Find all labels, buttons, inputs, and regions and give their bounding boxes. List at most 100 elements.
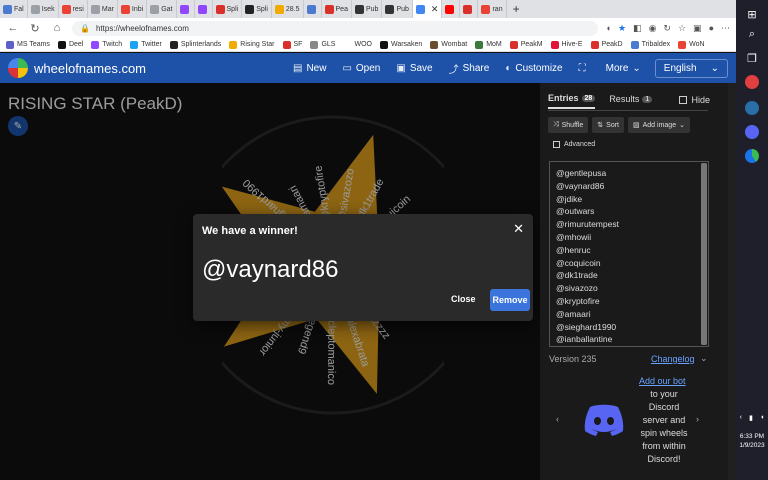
back-icon[interactable]: ← bbox=[6, 22, 20, 34]
extension-icon[interactable]: ◧ bbox=[633, 23, 642, 34]
bookmark-item[interactable]: GLS bbox=[310, 40, 335, 49]
menu-open-button[interactable]: ▭ Open bbox=[342, 61, 380, 76]
brand-name[interactable]: wheelofnames.com bbox=[34, 61, 277, 76]
browser-tab[interactable]: Fal bbox=[0, 0, 28, 18]
entry-line: @gentlepusa bbox=[556, 168, 607, 178]
browser-tab[interactable]: Pub bbox=[352, 0, 383, 18]
collections-icon[interactable]: ▣ bbox=[693, 23, 702, 34]
reload-icon[interactable]: ↻ bbox=[28, 22, 42, 35]
tab-label: ran bbox=[492, 5, 503, 13]
tab-favicon-icon bbox=[324, 4, 334, 14]
remove-button[interactable]: Remove bbox=[490, 289, 530, 311]
entries-scrollbar[interactable] bbox=[701, 163, 707, 345]
bookmark-item[interactable]: SF bbox=[282, 40, 302, 49]
bookmark-item[interactable]: MS Teams bbox=[6, 40, 50, 49]
advanced-toggle[interactable]: Advanced bbox=[553, 141, 595, 148]
task-view-icon[interactable]: ❐ bbox=[744, 50, 760, 66]
browser-tab[interactable]: Inbi bbox=[118, 0, 148, 18]
browser-tab[interactable]: Isek bbox=[28, 0, 59, 18]
entries-scroll-thumb[interactable] bbox=[701, 163, 707, 345]
page-scrollbar[interactable] bbox=[728, 83, 736, 480]
hide-checkbox[interactable] bbox=[679, 96, 688, 104]
add-bot-link[interactable]: Add our bot bbox=[639, 376, 686, 386]
wheel-logo-icon[interactable] bbox=[8, 58, 28, 78]
browser-tab[interactable]: ✕ bbox=[412, 0, 443, 18]
app-icon-red[interactable] bbox=[744, 74, 760, 90]
browser-tab[interactable] bbox=[304, 0, 322, 18]
new-tab-button[interactable]: + bbox=[507, 2, 526, 16]
browser-tab[interactable] bbox=[442, 0, 461, 18]
close-button[interactable]: Close bbox=[451, 294, 476, 304]
menu-new-button[interactable]: ▤ New bbox=[293, 61, 326, 76]
clock[interactable]: 6:33 PM 1/9/2023 bbox=[736, 432, 768, 450]
browser-tab[interactable]: Gat bbox=[147, 0, 177, 18]
browser-tab[interactable]: Spli bbox=[213, 0, 243, 18]
tab-favicon-icon bbox=[120, 4, 130, 14]
bookmark-item[interactable]: PeakD bbox=[590, 40, 623, 49]
browser-tab[interactable] bbox=[460, 0, 479, 18]
browser-tab[interactable]: Pea bbox=[322, 0, 352, 18]
entry-line: @mhowii bbox=[556, 231, 592, 242]
browser-tab[interactable]: Pub bbox=[382, 0, 413, 18]
tray-chevron-icon[interactable]: ‹ bbox=[740, 414, 742, 422]
network-icon[interactable]: ▮ bbox=[749, 414, 753, 422]
browser-tab[interactable]: resi bbox=[59, 0, 88, 18]
close-tab-icon[interactable]: ✕ bbox=[431, 4, 439, 15]
volume-icon[interactable]: ◖ bbox=[760, 414, 764, 422]
bookmark-item[interactable]: Rising Star bbox=[229, 40, 275, 49]
menu-share-button[interactable]: ⤴ Share bbox=[449, 61, 490, 76]
menu-customize-button[interactable]: ◐ Customize bbox=[505, 61, 562, 76]
discord-icon[interactable] bbox=[744, 124, 760, 140]
extension-icon-2[interactable]: ◉ bbox=[649, 23, 657, 34]
menu-fullscreen-button[interactable]: ⛶ bbox=[579, 61, 590, 76]
bookmark-item[interactable]: Wombat bbox=[430, 40, 467, 49]
browser-tab[interactable]: Spli bbox=[242, 0, 272, 18]
bookmark-item[interactable]: WOO bbox=[343, 40, 372, 49]
image-icon: ▨ bbox=[633, 122, 640, 129]
bookmark-item[interactable]: Hive-E bbox=[550, 40, 583, 49]
bookmark-item[interactable]: Twitter bbox=[130, 40, 162, 49]
close-icon[interactable]: ✕ bbox=[513, 221, 524, 237]
chevron-down-icon[interactable]: ⌄ bbox=[700, 353, 708, 364]
bookmark-item[interactable]: Tribaldex bbox=[630, 40, 670, 49]
menu-more-button[interactable]: More ⌄ bbox=[606, 61, 641, 76]
browser-tab[interactable] bbox=[195, 0, 213, 18]
entries-textarea[interactable]: @gentlepusa @vaynard86 @jdike @outwars @rimu… bbox=[549, 161, 709, 347]
browser-tab[interactable] bbox=[177, 0, 195, 18]
carousel-next-icon[interactable]: › bbox=[696, 414, 699, 424]
refresh-ext-icon[interactable]: ↻ bbox=[663, 23, 671, 34]
browser-tab[interactable]: Mar bbox=[88, 0, 118, 18]
advanced-checkbox[interactable] bbox=[553, 141, 560, 148]
windows-start-icon[interactable]: ⊞ bbox=[744, 6, 760, 22]
search-icon[interactable]: ⌕ bbox=[744, 26, 760, 42]
bookmark-star-icon[interactable]: ★ bbox=[618, 23, 626, 34]
save-icon: ▣ bbox=[396, 62, 406, 74]
sort-button[interactable]: ⇅ Sort bbox=[592, 117, 624, 133]
bookmark-item[interactable]: WoN bbox=[678, 40, 705, 49]
language-select[interactable]: English ⌄ bbox=[654, 58, 728, 78]
profile-icon[interactable]: ● bbox=[709, 23, 714, 33]
steam-icon[interactable] bbox=[744, 100, 760, 116]
bookmark-item[interactable]: Splinterlands bbox=[169, 40, 221, 49]
audio-icon[interactable]: ◖ bbox=[606, 23, 611, 33]
bookmark-item[interactable]: Warsaken bbox=[379, 40, 422, 49]
edge-icon[interactable] bbox=[744, 148, 760, 164]
bookmark-item[interactable]: Deel bbox=[57, 40, 83, 49]
tab-results[interactable]: Results 1 bbox=[609, 94, 653, 108]
bookmark-item[interactable]: MoM bbox=[475, 40, 502, 49]
tab-entries[interactable]: Entries 28 bbox=[548, 93, 596, 109]
url-input[interactable]: 🔒 https://wheelofnames.com bbox=[72, 20, 598, 36]
bookmark-item[interactable]: Twitch bbox=[91, 40, 122, 49]
carousel-prev-icon[interactable]: ‹ bbox=[556, 414, 559, 424]
home-icon[interactable]: ⌂ bbox=[50, 22, 64, 34]
bookmark-item[interactable]: PeakM bbox=[509, 40, 543, 49]
hide-toggle[interactable]: Hide bbox=[679, 95, 710, 105]
changelog-link[interactable]: Changelog bbox=[651, 354, 695, 364]
more-icon[interactable]: ⋯ bbox=[721, 23, 730, 34]
browser-tab[interactable]: 28.5 bbox=[272, 0, 304, 18]
browser-tab[interactable]: ran bbox=[478, 0, 507, 18]
shuffle-button[interactable]: ⤨ Shuffle bbox=[548, 117, 589, 133]
menu-save-button[interactable]: ▣ Save bbox=[396, 61, 432, 76]
favorites-icon[interactable]: ☆ bbox=[678, 23, 686, 34]
add-image-button[interactable]: ▨ Add image ⌄ bbox=[628, 117, 690, 133]
